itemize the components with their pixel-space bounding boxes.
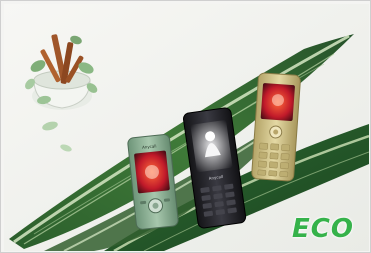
mobile-phone-icon: Anycall	[127, 134, 179, 230]
eco-label: ECO	[292, 214, 354, 244]
mobile-phone-icon	[251, 72, 301, 182]
photo-frame: Anycall Anycall ECO	[0, 0, 371, 253]
